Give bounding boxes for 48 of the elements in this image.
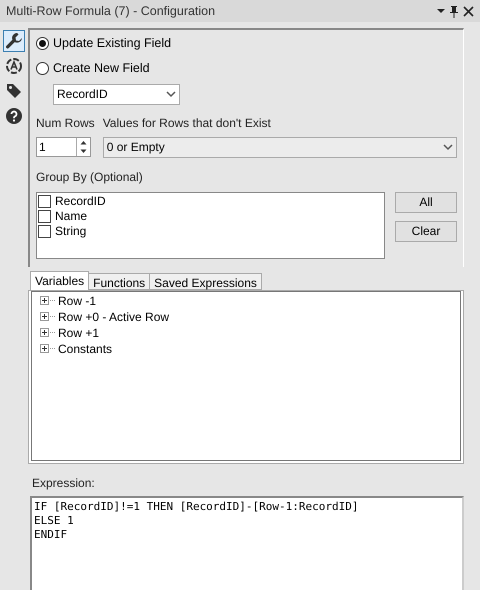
radio-button[interactable]: [36, 62, 49, 75]
tree-node[interactable]: Row +1: [40, 324, 460, 340]
group-by-button[interactable]: All: [395, 192, 457, 212]
num-rows-label: Num Rows: [36, 114, 95, 132]
pin-icon[interactable]: [449, 4, 459, 18]
checkbox[interactable]: [38, 210, 51, 222]
tool-button[interactable]: [3, 30, 25, 52]
expression-field[interactable]: IF [RecordID]!=1 THEN [RecordID]-[Row-1:RecordID] ELSE 1 ENDIF: [30, 496, 464, 590]
help-icon: [5, 107, 23, 125]
tag-icon: [5, 82, 23, 100]
expand-icon[interactable]: [40, 328, 49, 337]
expand-icon[interactable]: [40, 296, 49, 305]
group-by-item[interactable]: RecordID: [38, 194, 383, 208]
expression-label: Expression:: [32, 474, 96, 492]
missing-values-label: Values for Rows that don't Exist: [102, 114, 272, 132]
wrench-icon: [5, 32, 23, 50]
field-dropdown[interactable]: RecordID: [53, 84, 180, 104]
tab[interactable]: Functions: [88, 272, 150, 290]
expand-icon[interactable]: [40, 344, 49, 353]
group-by-label: Group By (Optional): [36, 168, 144, 186]
tree-label: Row -1: [58, 292, 96, 310]
chevron-down-icon: [166, 90, 176, 98]
tab[interactable]: Saved Expressions: [149, 272, 262, 290]
tree-node[interactable]: Constants: [40, 340, 460, 356]
tree-node[interactable]: Row +0 - Active Row: [40, 308, 460, 324]
num-rows-spinner[interactable]: 1: [36, 136, 91, 156]
tool-button[interactable]: [3, 105, 25, 127]
group-by-item[interactable]: Name: [38, 208, 383, 224]
window-title: Multi-Row Formula (7) - Configuration: [6, 2, 216, 20]
radio-option[interactable]: Create New Field: [36, 58, 457, 78]
missing-values-dropdown[interactable]: 0 or Empty: [102, 136, 457, 158]
checkbox[interactable]: [38, 194, 51, 208]
tree-label: Row +0 - Active Row: [58, 308, 170, 326]
tree-node[interactable]: Row -1: [40, 292, 460, 308]
expand-icon[interactable]: [40, 312, 49, 321]
checkbox[interactable]: [38, 224, 51, 238]
radio-button[interactable]: [36, 36, 49, 50]
tool-button[interactable]: [3, 55, 25, 77]
chevron-down-icon: [443, 144, 453, 150]
tab[interactable]: Variables: [30, 270, 90, 290]
letter-circle-icon: [5, 57, 23, 75]
tree-label: Row +1: [58, 324, 100, 342]
tree-label: Constants: [58, 340, 112, 358]
close-icon[interactable]: [463, 6, 474, 16]
dropdown-icon[interactable]: [437, 8, 445, 14]
group-by-item[interactable]: String: [38, 224, 383, 238]
radio-option[interactable]: Update Existing Field: [36, 34, 457, 53]
group-by-button[interactable]: Clear: [395, 220, 457, 242]
